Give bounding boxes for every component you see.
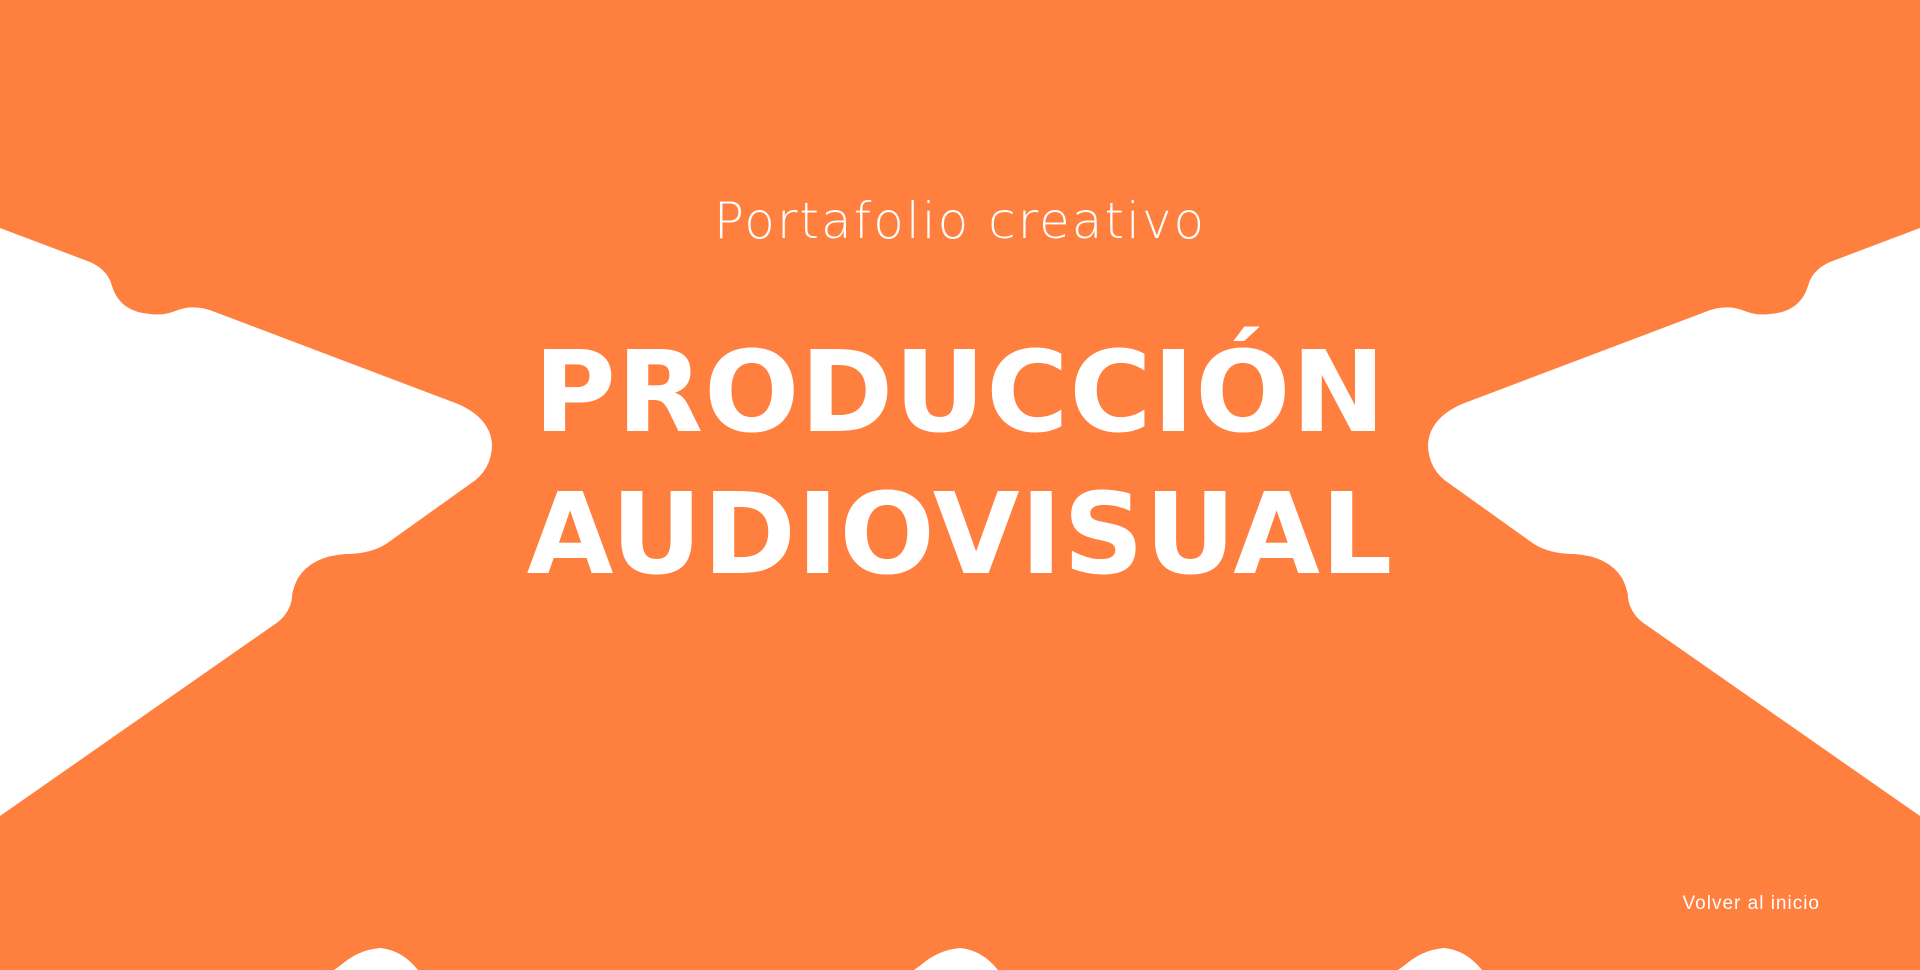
hero-title-line-1: PRODUCCIÓN — [533, 328, 1387, 458]
hero-section: Portafolio creativo PRODUCCIÓN AUDIOVISU… — [0, 0, 1920, 970]
hero-title-line-2: AUDIOVISUAL — [526, 470, 1394, 600]
back-to-home-link[interactable]: Volver al inicio — [1683, 893, 1820, 915]
hero-subtitle: Portafolio creativo — [713, 192, 1207, 250]
hero-title: PRODUCCIÓN AUDIOVISUAL — [0, 322, 1920, 606]
